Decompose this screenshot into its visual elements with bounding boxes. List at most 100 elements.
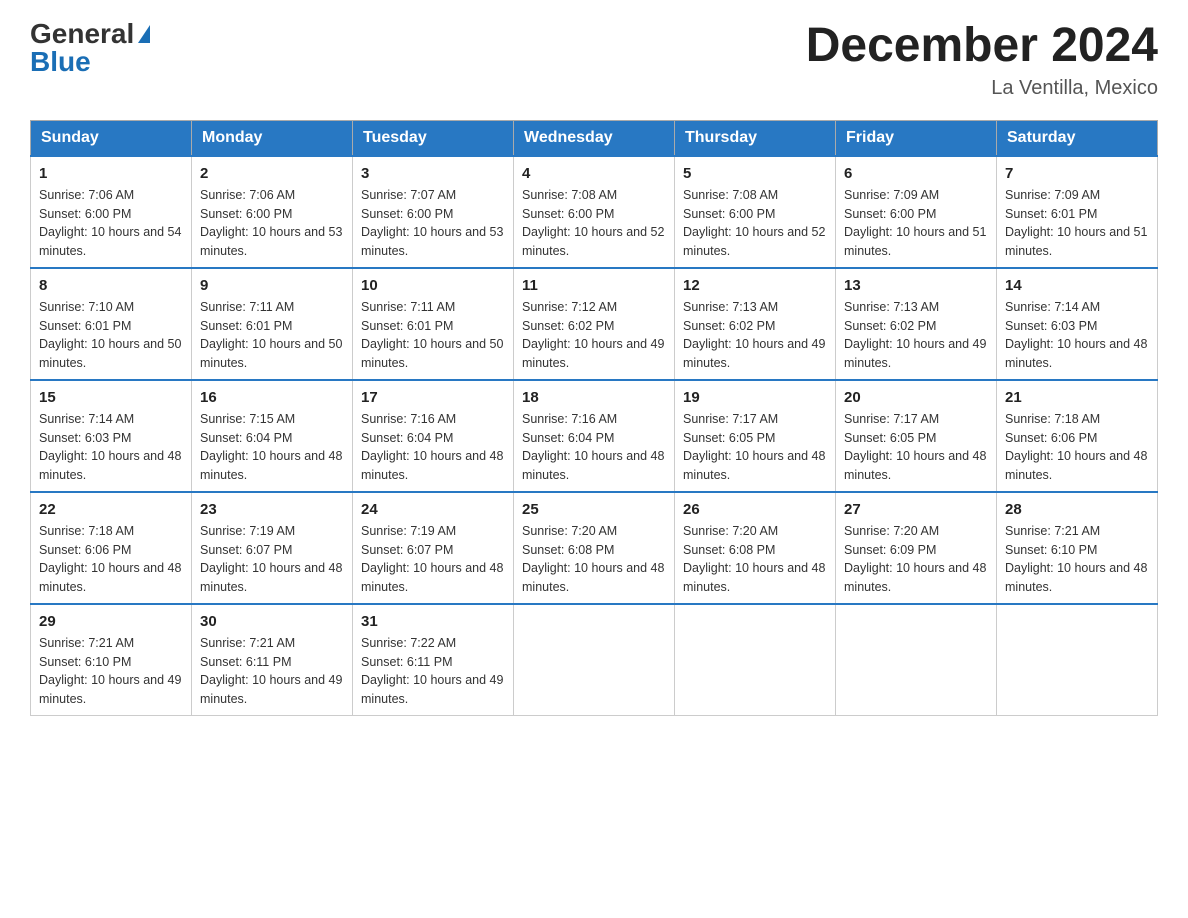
day-of-week-header: Tuesday: [353, 120, 514, 156]
day-info: Sunrise: 7:14 AMSunset: 6:03 PMDaylight:…: [39, 410, 183, 485]
day-number: 1: [39, 163, 183, 184]
calendar-day-cell: 22Sunrise: 7:18 AMSunset: 6:06 PMDayligh…: [31, 492, 192, 604]
calendar-day-cell: 28Sunrise: 7:21 AMSunset: 6:10 PMDayligh…: [997, 492, 1158, 604]
day-number: 17: [361, 387, 505, 408]
calendar-week-row: 15Sunrise: 7:14 AMSunset: 6:03 PMDayligh…: [31, 380, 1158, 492]
day-number: 4: [522, 163, 666, 184]
day-number: 27: [844, 499, 988, 520]
calendar-day-cell: 9Sunrise: 7:11 AMSunset: 6:01 PMDaylight…: [192, 268, 353, 380]
calendar-day-cell: 31Sunrise: 7:22 AMSunset: 6:11 PMDayligh…: [353, 604, 514, 716]
calendar-day-cell: 25Sunrise: 7:20 AMSunset: 6:08 PMDayligh…: [514, 492, 675, 604]
day-info: Sunrise: 7:21 AMSunset: 6:10 PMDaylight:…: [1005, 522, 1149, 597]
calendar-week-row: 8Sunrise: 7:10 AMSunset: 6:01 PMDaylight…: [31, 268, 1158, 380]
calendar-day-cell: 7Sunrise: 7:09 AMSunset: 6:01 PMDaylight…: [997, 156, 1158, 268]
location-label: La Ventilla, Mexico: [806, 77, 1158, 100]
day-info: Sunrise: 7:15 AMSunset: 6:04 PMDaylight:…: [200, 410, 344, 485]
day-info: Sunrise: 7:16 AMSunset: 6:04 PMDaylight:…: [361, 410, 505, 485]
day-number: 5: [683, 163, 827, 184]
day-info: Sunrise: 7:13 AMSunset: 6:02 PMDaylight:…: [844, 298, 988, 373]
calendar-week-row: 1Sunrise: 7:06 AMSunset: 6:00 PMDaylight…: [31, 156, 1158, 268]
day-number: 9: [200, 275, 344, 296]
calendar-day-cell: 3Sunrise: 7:07 AMSunset: 6:00 PMDaylight…: [353, 156, 514, 268]
day-info: Sunrise: 7:21 AMSunset: 6:10 PMDaylight:…: [39, 634, 183, 709]
calendar-day-cell: 2Sunrise: 7:06 AMSunset: 6:00 PMDaylight…: [192, 156, 353, 268]
day-info: Sunrise: 7:11 AMSunset: 6:01 PMDaylight:…: [361, 298, 505, 373]
day-info: Sunrise: 7:18 AMSunset: 6:06 PMDaylight:…: [39, 522, 183, 597]
calendar-day-cell: 24Sunrise: 7:19 AMSunset: 6:07 PMDayligh…: [353, 492, 514, 604]
calendar-day-cell: 21Sunrise: 7:18 AMSunset: 6:06 PMDayligh…: [997, 380, 1158, 492]
day-number: 2: [200, 163, 344, 184]
day-info: Sunrise: 7:08 AMSunset: 6:00 PMDaylight:…: [683, 186, 827, 261]
logo-triangle-icon: [138, 25, 150, 43]
calendar-day-cell: 14Sunrise: 7:14 AMSunset: 6:03 PMDayligh…: [997, 268, 1158, 380]
day-number: 20: [844, 387, 988, 408]
day-number: 24: [361, 499, 505, 520]
day-info: Sunrise: 7:12 AMSunset: 6:02 PMDaylight:…: [522, 298, 666, 373]
calendar-day-cell: 19Sunrise: 7:17 AMSunset: 6:05 PMDayligh…: [675, 380, 836, 492]
day-number: 30: [200, 611, 344, 632]
logo-blue-text: Blue: [30, 48, 91, 76]
day-number: 14: [1005, 275, 1149, 296]
day-info: Sunrise: 7:20 AMSunset: 6:09 PMDaylight:…: [844, 522, 988, 597]
day-number: 26: [683, 499, 827, 520]
page-header: General Blue December 2024 La Ventilla, …: [30, 20, 1158, 100]
day-number: 31: [361, 611, 505, 632]
calendar-day-cell: 13Sunrise: 7:13 AMSunset: 6:02 PMDayligh…: [836, 268, 997, 380]
day-info: Sunrise: 7:07 AMSunset: 6:00 PMDaylight:…: [361, 186, 505, 261]
day-info: Sunrise: 7:22 AMSunset: 6:11 PMDaylight:…: [361, 634, 505, 709]
calendar-day-cell: 18Sunrise: 7:16 AMSunset: 6:04 PMDayligh…: [514, 380, 675, 492]
day-number: 12: [683, 275, 827, 296]
day-info: Sunrise: 7:17 AMSunset: 6:05 PMDaylight:…: [844, 410, 988, 485]
day-number: 13: [844, 275, 988, 296]
day-info: Sunrise: 7:19 AMSunset: 6:07 PMDaylight:…: [361, 522, 505, 597]
day-of-week-header: Wednesday: [514, 120, 675, 156]
day-info: Sunrise: 7:19 AMSunset: 6:07 PMDaylight:…: [200, 522, 344, 597]
day-number: 15: [39, 387, 183, 408]
day-info: Sunrise: 7:21 AMSunset: 6:11 PMDaylight:…: [200, 634, 344, 709]
calendar-day-cell: 8Sunrise: 7:10 AMSunset: 6:01 PMDaylight…: [31, 268, 192, 380]
calendar-day-cell: [514, 604, 675, 716]
calendar-day-cell: 6Sunrise: 7:09 AMSunset: 6:00 PMDaylight…: [836, 156, 997, 268]
day-info: Sunrise: 7:09 AMSunset: 6:01 PMDaylight:…: [1005, 186, 1149, 261]
calendar-day-cell: 29Sunrise: 7:21 AMSunset: 6:10 PMDayligh…: [31, 604, 192, 716]
day-number: 8: [39, 275, 183, 296]
day-of-week-header: Saturday: [997, 120, 1158, 156]
calendar-day-cell: 5Sunrise: 7:08 AMSunset: 6:00 PMDaylight…: [675, 156, 836, 268]
logo: General Blue: [30, 20, 150, 76]
calendar-day-cell: 17Sunrise: 7:16 AMSunset: 6:04 PMDayligh…: [353, 380, 514, 492]
day-number: 28: [1005, 499, 1149, 520]
calendar-week-row: 29Sunrise: 7:21 AMSunset: 6:10 PMDayligh…: [31, 604, 1158, 716]
title-area: December 2024 La Ventilla, Mexico: [806, 20, 1158, 100]
day-number: 10: [361, 275, 505, 296]
calendar-day-cell: 23Sunrise: 7:19 AMSunset: 6:07 PMDayligh…: [192, 492, 353, 604]
day-of-week-header: Thursday: [675, 120, 836, 156]
calendar-day-cell: 15Sunrise: 7:14 AMSunset: 6:03 PMDayligh…: [31, 380, 192, 492]
calendar-day-cell: 12Sunrise: 7:13 AMSunset: 6:02 PMDayligh…: [675, 268, 836, 380]
day-number: 7: [1005, 163, 1149, 184]
day-of-week-header: Monday: [192, 120, 353, 156]
day-number: 21: [1005, 387, 1149, 408]
day-info: Sunrise: 7:16 AMSunset: 6:04 PMDaylight:…: [522, 410, 666, 485]
calendar-day-cell: [836, 604, 997, 716]
day-number: 23: [200, 499, 344, 520]
day-info: Sunrise: 7:06 AMSunset: 6:00 PMDaylight:…: [39, 186, 183, 261]
day-number: 16: [200, 387, 344, 408]
day-info: Sunrise: 7:20 AMSunset: 6:08 PMDaylight:…: [683, 522, 827, 597]
day-info: Sunrise: 7:17 AMSunset: 6:05 PMDaylight:…: [683, 410, 827, 485]
day-number: 29: [39, 611, 183, 632]
day-info: Sunrise: 7:06 AMSunset: 6:00 PMDaylight:…: [200, 186, 344, 261]
day-info: Sunrise: 7:11 AMSunset: 6:01 PMDaylight:…: [200, 298, 344, 373]
day-info: Sunrise: 7:20 AMSunset: 6:08 PMDaylight:…: [522, 522, 666, 597]
day-number: 25: [522, 499, 666, 520]
day-number: 18: [522, 387, 666, 408]
day-info: Sunrise: 7:18 AMSunset: 6:06 PMDaylight:…: [1005, 410, 1149, 485]
calendar-week-row: 22Sunrise: 7:18 AMSunset: 6:06 PMDayligh…: [31, 492, 1158, 604]
calendar-day-cell: 4Sunrise: 7:08 AMSunset: 6:00 PMDaylight…: [514, 156, 675, 268]
calendar-table: SundayMondayTuesdayWednesdayThursdayFrid…: [30, 120, 1158, 716]
calendar-day-cell: 30Sunrise: 7:21 AMSunset: 6:11 PMDayligh…: [192, 604, 353, 716]
day-info: Sunrise: 7:14 AMSunset: 6:03 PMDaylight:…: [1005, 298, 1149, 373]
calendar-day-cell: 11Sunrise: 7:12 AMSunset: 6:02 PMDayligh…: [514, 268, 675, 380]
day-number: 6: [844, 163, 988, 184]
day-info: Sunrise: 7:10 AMSunset: 6:01 PMDaylight:…: [39, 298, 183, 373]
calendar-day-cell: 27Sunrise: 7:20 AMSunset: 6:09 PMDayligh…: [836, 492, 997, 604]
